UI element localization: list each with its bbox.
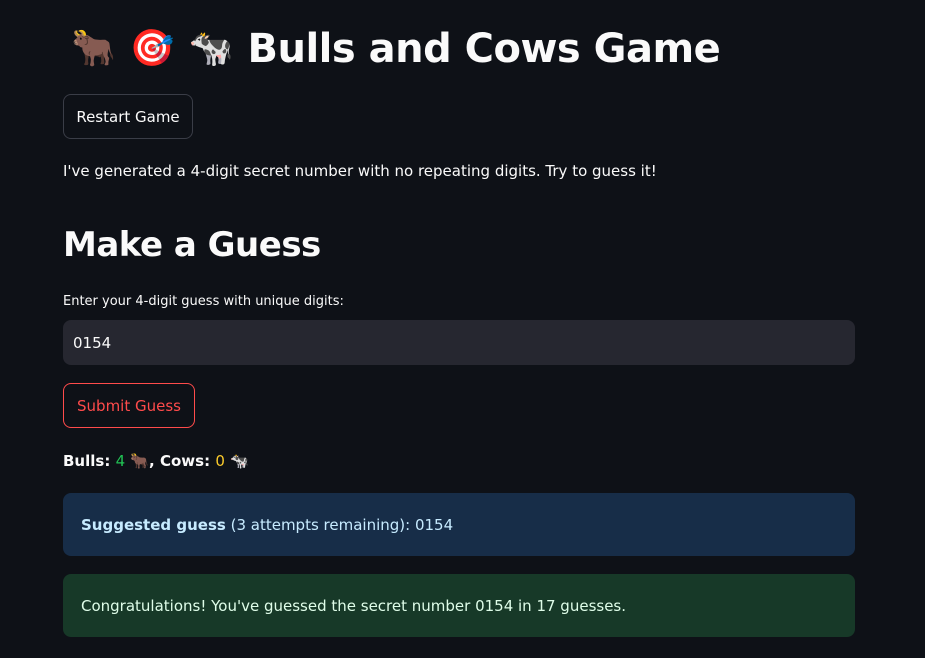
bulls-cows-result: Bulls: 4 🐂, Cows: 0 🐄 <box>63 450 249 472</box>
guess-input[interactable] <box>63 320 855 365</box>
intro-text: I've generated a 4-digit secret number w… <box>63 162 657 180</box>
restart-game-button[interactable]: Restart Game <box>63 94 193 139</box>
bulls-count: 4 <box>115 452 126 470</box>
result-separator: , <box>149 452 155 470</box>
cows-label: Cows: <box>159 452 211 470</box>
success-alert: Congratulations! You've guessed the secr… <box>63 574 855 637</box>
bull-small-icon: 🐂 <box>130 452 150 470</box>
page-title-row: 🐂 🎯 🐄 Bulls and Cows Game <box>71 22 721 76</box>
suggested-guess-detail: (3 attempts remaining): 0154 <box>230 515 454 534</box>
guess-input-label: Enter your 4-digit guess with unique dig… <box>63 294 344 309</box>
submit-guess-button[interactable]: Submit Guess <box>63 383 195 428</box>
bulls-label: Bulls: <box>63 452 111 470</box>
suggested-guess-alert: Suggested guess (3 attempts remaining): … <box>63 493 855 556</box>
cow-icon: 🐄 <box>188 28 234 69</box>
dart-target-icon: 🎯 <box>129 28 175 69</box>
cows-count: 0 <box>215 452 225 470</box>
page-title: Bulls and Cows Game <box>247 26 721 72</box>
success-message: Congratulations! You've guessed the secr… <box>81 596 627 615</box>
bull-icon: 🐂 <box>71 28 116 69</box>
make-a-guess-heading: Make a Guess <box>63 225 321 265</box>
cow-small-icon: 🐄 <box>230 452 249 470</box>
suggested-guess-label: Suggested guess <box>81 515 226 534</box>
